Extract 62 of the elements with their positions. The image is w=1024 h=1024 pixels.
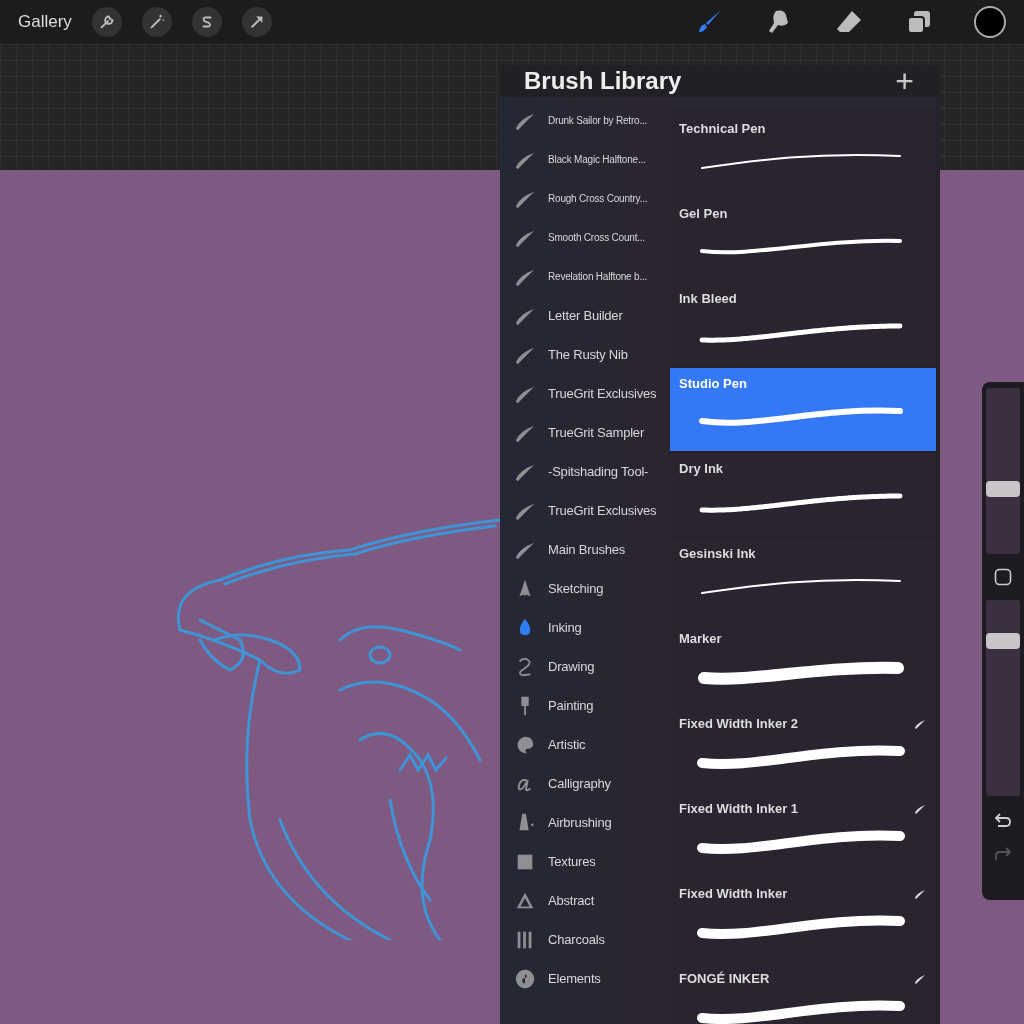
gallery-button[interactable]: Gallery — [18, 12, 72, 32]
brush-card[interactable]: Studio Pen — [670, 368, 936, 451]
brush-card[interactable]: Fixed Width Inker 2 — [670, 708, 936, 791]
brush-set-item[interactable]: Elements — [500, 959, 670, 998]
brush-card[interactable]: Gel Pen — [670, 198, 936, 281]
stroke-icon — [914, 802, 926, 815]
brush-set-item[interactable]: Sketching — [500, 569, 670, 608]
brush-set-item[interactable]: Drawing — [500, 647, 670, 686]
stroke-icon — [914, 972, 926, 985]
brush-name: Studio Pen — [679, 376, 747, 391]
brush-name: Marker — [679, 631, 722, 646]
brush-set-item[interactable]: Rough Cross Country... — [500, 179, 670, 218]
add-button[interactable]: + — [891, 65, 918, 97]
brush-name: Technical Pen — [679, 121, 766, 136]
color-well[interactable] — [974, 6, 1006, 38]
brush-set-item[interactable]: TrueGrit Exclusives — [500, 491, 670, 530]
brush-card[interactable]: Ink Bleed — [670, 283, 936, 366]
brush-set-item[interactable]: Main Brushes — [500, 530, 670, 569]
brush-set-item[interactable]: Airbrushing — [500, 803, 670, 842]
brush-name: Dry Ink — [679, 461, 724, 476]
brush-set-item[interactable]: TrueGrit Exclusives — [500, 374, 670, 413]
brush-card[interactable]: Fixed Width Inker — [670, 878, 936, 961]
slider-thumb[interactable] — [986, 481, 1020, 498]
slider-thumb[interactable] — [986, 633, 1020, 650]
brush-set-item[interactable]: -Spitshading Tool- — [500, 452, 670, 491]
wrench-icon[interactable] — [91, 7, 122, 37]
brush-set-item[interactable]: Letter Builder — [500, 296, 670, 335]
brush-name: Gel Pen — [679, 206, 728, 221]
brush-set-item[interactable]: Charcoals — [500, 920, 670, 959]
brush-size-slider[interactable] — [986, 388, 1020, 554]
brush-name: Ink Bleed — [679, 291, 737, 306]
brush-set-item[interactable]: Artistic — [500, 725, 670, 764]
opacity-slider[interactable] — [986, 600, 1020, 796]
square-icon[interactable] — [994, 568, 1012, 586]
brush-card[interactable]: Dry Ink — [670, 453, 936, 536]
brush-name: FONGÉ INKER — [679, 971, 770, 986]
brush-set-item[interactable]: Drunk Sailor by Retro... — [500, 101, 670, 140]
brush-name: Gesinski Ink — [679, 546, 756, 561]
brush-name: Fixed Width Inker — [679, 886, 788, 901]
brush-card[interactable]: Fixed Width Inker 1 — [670, 793, 936, 876]
brush-set-item[interactable]: Textures — [500, 842, 670, 881]
stroke-icon — [914, 887, 926, 900]
panel-title: Brush Library — [524, 67, 682, 95]
magic-wand-icon[interactable] — [141, 7, 172, 37]
brush-set-item[interactable]: Smooth Cross Count... — [500, 218, 670, 257]
brush-card[interactable]: Technical Pen — [670, 113, 936, 196]
brush-name: Fixed Width Inker 1 — [679, 801, 799, 816]
brush-set-item[interactable]: Black Magic Halftone... — [500, 140, 670, 179]
brush-card[interactable]: Gesinski Ink — [670, 538, 936, 621]
brush-set-item[interactable]: Painting — [500, 686, 670, 725]
brush-set-item[interactable]: The Rusty Nib — [500, 335, 670, 374]
brush-set-item[interactable]: Inking — [500, 608, 670, 647]
brush-set-item[interactable]: Abstract — [500, 881, 670, 920]
undo-icon[interactable] — [993, 810, 1013, 830]
selection-icon[interactable] — [191, 7, 222, 37]
brush-set-item[interactable]: Revelation Halftone b... — [500, 257, 670, 296]
brush-set-item[interactable]: Calligraphy — [500, 764, 670, 803]
brush-card[interactable]: FONGÉ INKER — [670, 963, 936, 1024]
brush-set-item[interactable]: TrueGrit Sampler — [500, 413, 670, 452]
brush-card[interactable]: Marker — [670, 623, 936, 706]
stroke-icon — [914, 717, 926, 730]
brush-name: Fixed Width Inker 2 — [679, 716, 799, 731]
